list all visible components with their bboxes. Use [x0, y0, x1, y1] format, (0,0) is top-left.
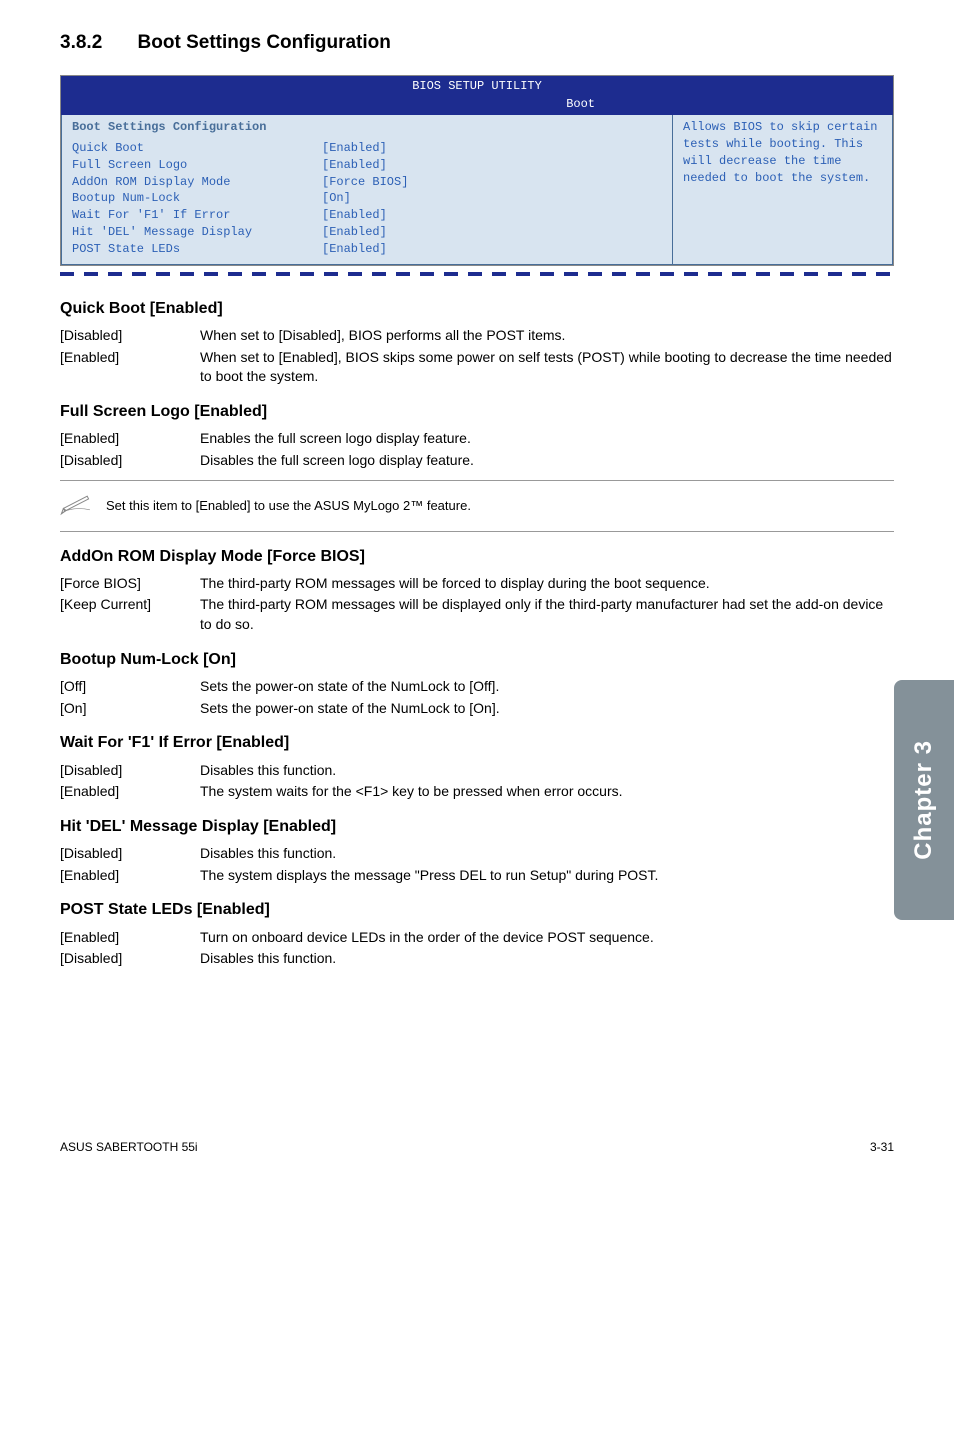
bios-setting-value: [Force BIOS] — [322, 174, 408, 191]
option-row: [Keep Current]The third-party ROM messag… — [60, 595, 894, 634]
bios-setting-value: [Enabled] — [322, 207, 387, 224]
bios-setting-row[interactable]: Full Screen Logo[Enabled] — [72, 157, 662, 174]
option-description: Disables this function. — [200, 844, 894, 864]
bios-setting-row[interactable]: AddOn ROM Display Mode[Force BIOS] — [72, 174, 662, 191]
addon-heading: AddOn ROM Display Mode [Force BIOS] — [60, 546, 894, 568]
option-row: [Off]Sets the power-on state of the NumL… — [60, 677, 894, 697]
option-key: [Enabled] — [60, 866, 200, 886]
bios-help-pane: Allows BIOS to skip certain tests while … — [673, 115, 893, 264]
option-row: [Force BIOS]The third-party ROM messages… — [60, 574, 894, 594]
dashed-divider — [60, 270, 894, 278]
bios-tab-boot[interactable]: Boot — [548, 94, 613, 115]
option-row: [Disabled]Disables this function. — [60, 761, 894, 781]
bios-setting-value: [Enabled] — [322, 157, 387, 174]
option-description: When set to [Enabled], BIOS skips some p… — [200, 348, 894, 387]
bios-setting-value: [Enabled] — [322, 224, 387, 241]
bios-left-pane: Boot Settings Configuration Quick Boot[E… — [61, 115, 673, 264]
option-key: [Enabled] — [60, 429, 200, 449]
bios-section-heading: Boot Settings Configuration — [72, 119, 662, 136]
note-icon — [60, 489, 106, 522]
option-description: When set to [Disabled], BIOS performs al… — [200, 326, 894, 346]
page-footer: ASUS SABERTOOTH 55i 3-31 — [60, 1139, 894, 1156]
option-row: [Disabled]Disables the full screen logo … — [60, 451, 894, 471]
option-description: The system displays the message "Press D… — [200, 866, 894, 886]
option-description: Disables this function. — [200, 949, 894, 969]
option-row: [Enabled]The system waits for the <F1> k… — [60, 782, 894, 802]
hit-del-heading: Hit 'DEL' Message Display [Enabled] — [60, 816, 894, 838]
bios-setting-label: POST State LEDs — [72, 241, 322, 258]
bios-setting-row[interactable]: Wait For 'F1' If Error[Enabled] — [72, 207, 662, 224]
note-box: Set this item to [Enabled] to use the AS… — [60, 480, 894, 531]
note-text: Set this item to [Enabled] to use the AS… — [106, 497, 471, 515]
option-row: [On]Sets the power-on state of the NumLo… — [60, 699, 894, 719]
bios-setting-value: [Enabled] — [322, 140, 387, 157]
quick-boot-heading: Quick Boot [Enabled] — [60, 298, 894, 320]
bios-setting-value: [On] — [322, 190, 351, 207]
chapter-side-tab-label: Chapter 3 — [907, 740, 941, 860]
option-description: Disables this function. — [200, 761, 894, 781]
bios-tab-bar: Boot — [61, 94, 893, 115]
option-key: [Disabled] — [60, 844, 200, 864]
option-row: [Disabled]When set to [Disabled], BIOS p… — [60, 326, 894, 346]
bios-setting-value: [Enabled] — [322, 241, 387, 258]
option-description: Disables the full screen logo display fe… — [200, 451, 894, 471]
bios-setting-row[interactable]: Bootup Num-Lock[On] — [72, 190, 662, 207]
bios-help-text: Allows BIOS to skip certain tests while … — [683, 120, 877, 184]
full-screen-heading: Full Screen Logo [Enabled] — [60, 401, 894, 423]
option-row: [Enabled]When set to [Enabled], BIOS ski… — [60, 348, 894, 387]
footer-right: 3-31 — [870, 1139, 894, 1156]
bios-setting-label: Wait For 'F1' If Error — [72, 207, 322, 224]
option-description: Enables the full screen logo display fea… — [200, 429, 894, 449]
chapter-side-tab: Chapter 3 — [894, 680, 954, 920]
option-description: Turn on onboard device LEDs in the order… — [200, 928, 894, 948]
option-key: [Keep Current] — [60, 595, 200, 634]
bios-setting-row[interactable]: Quick Boot[Enabled] — [72, 140, 662, 157]
option-key: [Disabled] — [60, 451, 200, 471]
option-row: [Disabled]Disables this function. — [60, 844, 894, 864]
bios-setting-label: Quick Boot — [72, 140, 322, 157]
bios-setting-label: Bootup Num-Lock — [72, 190, 322, 207]
option-key: [Off] — [60, 677, 200, 697]
bootup-heading: Bootup Num-Lock [On] — [60, 649, 894, 671]
bios-setting-label: AddOn ROM Display Mode — [72, 174, 322, 191]
option-description: The system waits for the <F1> key to be … — [200, 782, 894, 802]
option-row: [Enabled]Enables the full screen logo di… — [60, 429, 894, 449]
option-description: The third-party ROM messages will be for… — [200, 574, 894, 594]
option-row: [Enabled]Turn on onboard device LEDs in … — [60, 928, 894, 948]
bios-screenshot: BIOS SETUP UTILITY Boot Boot Settings Co… — [60, 75, 894, 266]
bios-setting-row[interactable]: POST State LEDs[Enabled] — [72, 241, 662, 258]
option-row: [Disabled]Disables this function. — [60, 949, 894, 969]
option-key: [Enabled] — [60, 928, 200, 948]
footer-left: ASUS SABERTOOTH 55i — [60, 1139, 198, 1156]
bios-header: BIOS SETUP UTILITY Boot — [61, 76, 893, 116]
section-number: 3.8.2 — [60, 30, 102, 57]
option-description: Sets the power-on state of the NumLock t… — [200, 699, 894, 719]
wait-f1-heading: Wait For 'F1' If Error [Enabled] — [60, 732, 894, 754]
section-heading: Boot Settings Configuration — [138, 32, 391, 53]
option-row: [Enabled]The system displays the message… — [60, 866, 894, 886]
bios-setting-label: Full Screen Logo — [72, 157, 322, 174]
option-key: [Enabled] — [60, 348, 200, 387]
bios-setting-label: Hit 'DEL' Message Display — [72, 224, 322, 241]
bios-setting-row[interactable]: Hit 'DEL' Message Display[Enabled] — [72, 224, 662, 241]
option-key: [Disabled] — [60, 326, 200, 346]
section-title: 3.8.2 Boot Settings Configuration — [60, 30, 894, 57]
option-description: The third-party ROM messages will be dis… — [200, 595, 894, 634]
option-key: [Enabled] — [60, 782, 200, 802]
option-description: Sets the power-on state of the NumLock t… — [200, 677, 894, 697]
post-leds-heading: POST State LEDs [Enabled] — [60, 899, 894, 921]
option-key: [Force BIOS] — [60, 574, 200, 594]
option-key: [On] — [60, 699, 200, 719]
option-key: [Disabled] — [60, 761, 200, 781]
bios-body: Boot Settings Configuration Quick Boot[E… — [61, 115, 893, 264]
bios-header-text: BIOS SETUP UTILITY — [412, 79, 542, 93]
option-key: [Disabled] — [60, 949, 200, 969]
